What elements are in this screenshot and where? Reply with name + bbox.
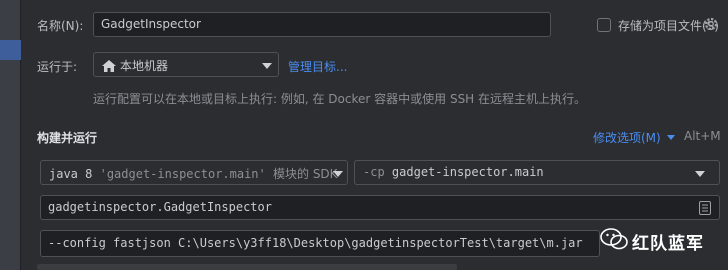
watermark-text: 红队蓝军 bbox=[632, 234, 704, 254]
modify-options-link[interactable]: 修改选项(M) bbox=[593, 129, 675, 146]
run-on-label: 运行于: bbox=[37, 60, 78, 74]
classpath-flag: -cp bbox=[363, 165, 385, 179]
main-class-input[interactable]: gadgetinspector.GadgetInspector bbox=[40, 195, 720, 220]
jre-module-name: 'gadget-inspector.main' bbox=[99, 167, 266, 181]
wechat-logo-icon bbox=[600, 228, 628, 250]
left-sidebar bbox=[0, 0, 21, 270]
home-icon bbox=[102, 60, 116, 72]
run-on-select[interactable]: 本地机器 bbox=[93, 52, 279, 77]
program-arguments-value: --config fastjson C:\Users\y3ff18\Deskto… bbox=[48, 236, 583, 250]
manage-targets-link[interactable]: 管理目标... bbox=[288, 58, 347, 75]
main-class-value: gadgetinspector.GadgetInspector bbox=[48, 200, 272, 214]
name-input[interactable]: GadgetInspector bbox=[93, 12, 551, 37]
build-and-run-title: 构建并运行 bbox=[37, 131, 98, 145]
modify-options-shortcut: Alt+M bbox=[684, 129, 721, 143]
classpath-chevron-down-icon bbox=[695, 171, 705, 177]
jre-select[interactable]: java 8 'gadget-inspector.main' 模块的 SDK bbox=[40, 160, 348, 185]
jre-suffix: 模块的 SDK bbox=[273, 167, 338, 181]
name-label: 名称(N): bbox=[37, 19, 84, 33]
jre-prefix: java 8 bbox=[49, 167, 93, 181]
modify-options-label: 修改选项(M) bbox=[593, 131, 661, 145]
store-as-project-file-checkbox[interactable] bbox=[597, 18, 611, 32]
run-on-hint: 运行配置可以在本地或目标上执行: 例如, 在 Docker 容器中或使用 SSH… bbox=[93, 92, 587, 106]
chevron-down-icon bbox=[262, 63, 272, 69]
program-arguments-input[interactable]: --config fastjson C:\Users\y3ff18\Deskto… bbox=[40, 230, 600, 257]
classpath-module: gadget-inspector.main bbox=[391, 165, 544, 179]
modify-options-chevron-icon bbox=[666, 135, 675, 140]
classpath-select[interactable]: -cp gadget-inspector.main bbox=[354, 160, 720, 185]
sidebar-selected-item[interactable] bbox=[0, 40, 21, 60]
clipped-hint-line bbox=[37, 264, 457, 270]
jre-chevron-down-icon bbox=[333, 171, 343, 177]
browse-class-icon[interactable] bbox=[699, 201, 711, 215]
settings-gear-icon[interactable] bbox=[703, 16, 719, 32]
run-on-selected-value: 本地机器 bbox=[120, 59, 169, 73]
name-input-value: GadgetInspector bbox=[101, 17, 201, 31]
